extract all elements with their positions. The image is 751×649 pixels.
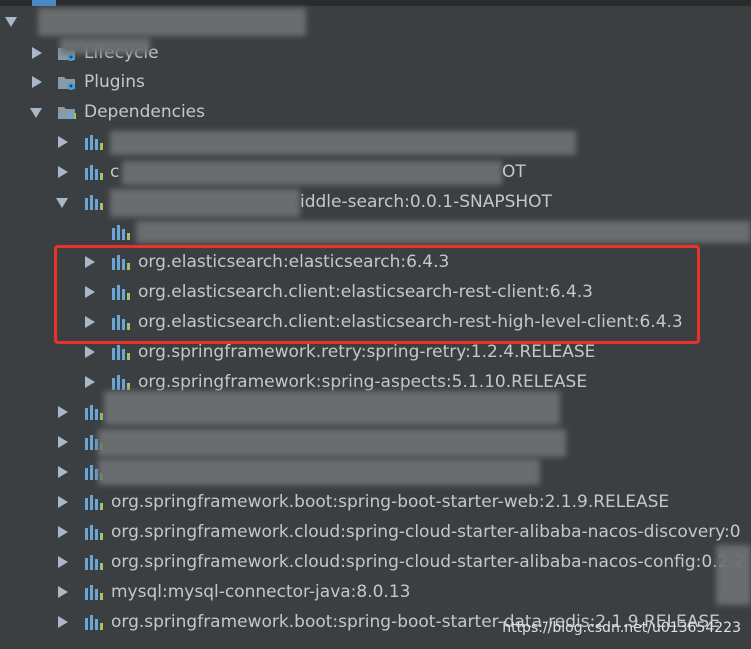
library-icon [84, 554, 104, 570]
redacted-region [716, 545, 751, 605]
library-icon [84, 134, 104, 150]
highlight-box [54, 245, 700, 344]
library-icon [111, 374, 131, 390]
redacted-region [110, 189, 300, 217]
redacted-region [60, 38, 150, 54]
library-icon [84, 584, 104, 600]
chevron-right-icon[interactable] [58, 496, 68, 508]
top-bar [0, 0, 751, 6]
chevron-right-icon[interactable] [58, 166, 68, 178]
chevron-down-icon[interactable] [5, 17, 17, 27]
chevron-right-icon[interactable] [58, 436, 68, 448]
dependency-label: org.springframework.cloud:spring-cloud-s… [111, 522, 741, 542]
chevron-right-icon[interactable] [85, 376, 95, 388]
library-icon [84, 164, 104, 180]
redacted-region [98, 429, 566, 457]
library-icon [84, 194, 104, 210]
folder-gear-icon [57, 74, 77, 90]
chevron-right-icon[interactable] [58, 526, 68, 538]
library-icon [84, 404, 104, 420]
redacted-region [104, 391, 560, 425]
chevron-right-icon[interactable] [58, 406, 68, 418]
dependency-label: org.springframework.boot:spring-boot-sta… [111, 492, 670, 512]
redacted-region [38, 8, 306, 36]
library-icon [84, 524, 104, 540]
dependency-label: mysql:mysql-connector-java:8.0.13 [111, 582, 411, 602]
chevron-down-icon[interactable] [30, 108, 42, 118]
dependency-label-fragment: OT [502, 162, 526, 182]
folder-library-icon [57, 104, 77, 120]
library-icon [111, 224, 131, 240]
chevron-right-icon[interactable] [58, 136, 68, 148]
chevron-right-icon[interactable] [85, 346, 95, 358]
chevron-right-icon[interactable] [32, 76, 42, 88]
watermark-text: https://blog.csdn.net/u013654223 [502, 620, 741, 636]
chevron-right-icon[interactable] [32, 47, 42, 59]
chevron-right-icon[interactable] [58, 586, 68, 598]
folder-label: Plugins [84, 72, 145, 92]
library-icon [84, 614, 104, 630]
chevron-right-icon[interactable] [58, 556, 68, 568]
redacted-region [136, 221, 751, 243]
folder-label: Dependencies [84, 102, 205, 122]
library-icon [111, 344, 131, 360]
dependency-label: c [110, 162, 120, 182]
redacted-region [110, 131, 576, 155]
dependency-label-fragment: iddle-search:0.0.1-SNAPSHOT [300, 192, 552, 212]
redacted-region [98, 459, 540, 485]
dependency-label: org.springframework.cloud:spring-cloud-s… [111, 552, 745, 572]
chevron-right-icon[interactable] [58, 466, 68, 478]
library-icon [84, 494, 104, 510]
top-accent [32, 0, 56, 6]
redacted-region [122, 161, 502, 185]
chevron-down-icon[interactable] [56, 198, 68, 208]
chevron-right-icon[interactable] [58, 616, 68, 628]
